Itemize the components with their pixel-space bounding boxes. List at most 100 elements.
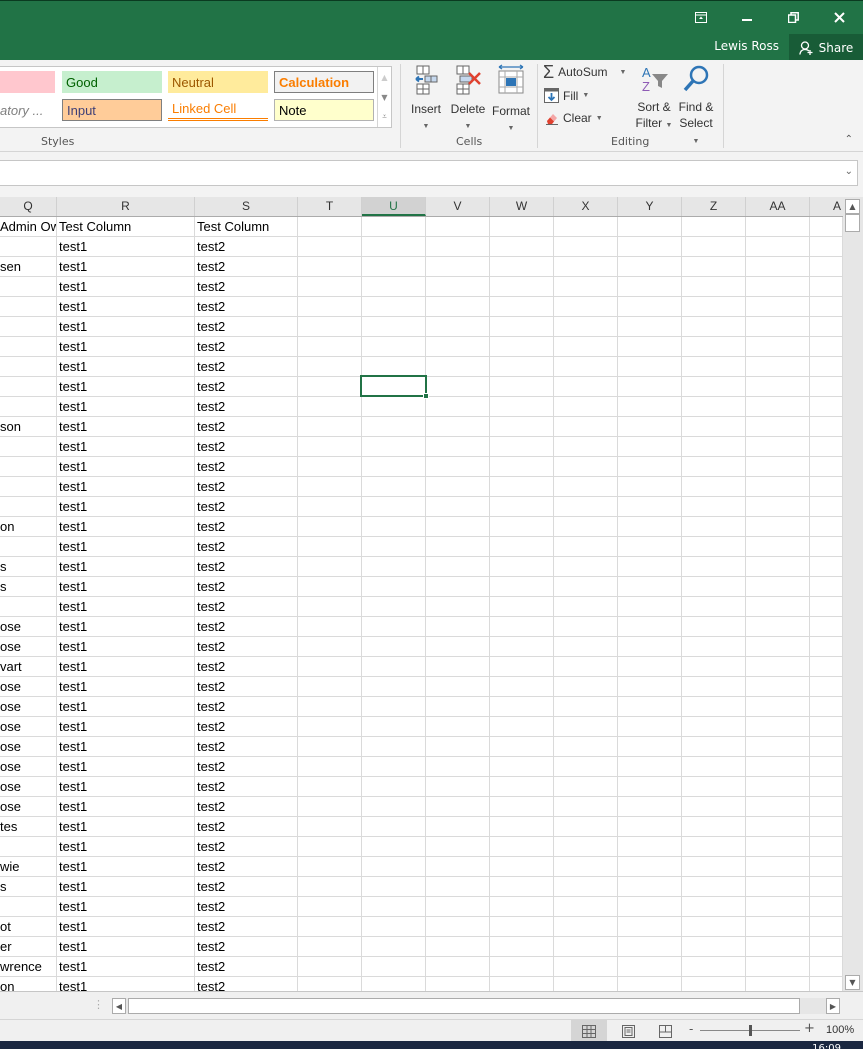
cell-z[interactable]: [682, 797, 746, 817]
cell-x[interactable]: [554, 517, 618, 537]
style-linked-cell[interactable]: Linked Cell: [168, 99, 268, 121]
cell-s[interactable]: test2: [195, 657, 298, 677]
cell-q[interactable]: s: [0, 877, 57, 897]
cell-v[interactable]: [426, 717, 490, 737]
cell-v[interactable]: [426, 557, 490, 577]
cell-a[interactable]: [810, 237, 843, 257]
cell-t[interactable]: [298, 917, 362, 937]
cell-u[interactable]: [362, 857, 426, 877]
cell-s[interactable]: test2: [195, 397, 298, 417]
cell-a[interactable]: [810, 397, 843, 417]
cell-r[interactable]: test1: [57, 717, 195, 737]
cell-r[interactable]: test1: [57, 477, 195, 497]
cell-t[interactable]: [298, 577, 362, 597]
cell-t[interactable]: [298, 537, 362, 557]
cell-t[interactable]: [298, 717, 362, 737]
cell-u[interactable]: [362, 837, 426, 857]
cell-q[interactable]: [0, 497, 57, 517]
cell-t[interactable]: [298, 337, 362, 357]
cell-y[interactable]: [618, 237, 682, 257]
cell-s[interactable]: test2: [195, 937, 298, 957]
cell-x[interactable]: [554, 777, 618, 797]
cell-v[interactable]: [426, 617, 490, 637]
cell-z[interactable]: [682, 817, 746, 837]
cell-r[interactable]: test1: [57, 437, 195, 457]
cell-aa[interactable]: [746, 897, 810, 917]
cell-w[interactable]: [490, 817, 554, 837]
cell-y[interactable]: [618, 877, 682, 897]
cell-r[interactable]: test1: [57, 597, 195, 617]
cell-u[interactable]: [362, 757, 426, 777]
cell-u[interactable]: [362, 417, 426, 437]
cell-a[interactable]: [810, 377, 843, 397]
cell-x[interactable]: [554, 257, 618, 277]
cell-v[interactable]: [426, 257, 490, 277]
cell-u[interactable]: [362, 717, 426, 737]
cell-z[interactable]: [682, 757, 746, 777]
cell-t[interactable]: [298, 957, 362, 977]
cell-r[interactable]: test1: [57, 977, 195, 991]
cell-a[interactable]: [810, 977, 843, 991]
cell-q[interactable]: sen: [0, 257, 57, 277]
cell-aa[interactable]: [746, 797, 810, 817]
cell-q[interactable]: vart: [0, 657, 57, 677]
cell-a[interactable]: [810, 657, 843, 677]
cell-x[interactable]: [554, 277, 618, 297]
cell-t[interactable]: [298, 797, 362, 817]
cell-t[interactable]: [298, 857, 362, 877]
cell-x[interactable]: [554, 797, 618, 817]
cell-t[interactable]: [298, 597, 362, 617]
style-bad[interactable]: [0, 71, 55, 93]
cell-z[interactable]: [682, 477, 746, 497]
cell-q[interactable]: [0, 457, 57, 477]
cell-aa[interactable]: [746, 557, 810, 577]
cell-aa[interactable]: [746, 257, 810, 277]
cell-w[interactable]: [490, 457, 554, 477]
cell-r[interactable]: test1: [57, 537, 195, 557]
cell-y[interactable]: [618, 757, 682, 777]
cell-w[interactable]: [490, 417, 554, 437]
expand-formula-bar-button[interactable]: ⌄: [845, 166, 853, 177]
cell-r[interactable]: test1: [57, 857, 195, 877]
cell-v[interactable]: [426, 477, 490, 497]
cell-z[interactable]: [682, 557, 746, 577]
cell-q[interactable]: on: [0, 517, 57, 537]
cell-a[interactable]: [810, 597, 843, 617]
cell-q[interactable]: s: [0, 577, 57, 597]
cell-u[interactable]: [362, 777, 426, 797]
zoom-thumb[interactable]: [749, 1025, 752, 1036]
cell-aa[interactable]: [746, 297, 810, 317]
cell-r[interactable]: test1: [57, 777, 195, 797]
cell-z[interactable]: [682, 457, 746, 477]
cell-y[interactable]: [618, 537, 682, 557]
cell-r[interactable]: test1: [57, 497, 195, 517]
cell-r[interactable]: test1: [57, 517, 195, 537]
cell-aa[interactable]: [746, 237, 810, 257]
cell-y[interactable]: [618, 457, 682, 477]
cell-s[interactable]: test2: [195, 797, 298, 817]
cell-w[interactable]: [490, 217, 554, 237]
cell-q[interactable]: [0, 317, 57, 337]
cell-w[interactable]: [490, 397, 554, 417]
cell-t[interactable]: [298, 897, 362, 917]
cell-t[interactable]: [298, 777, 362, 797]
cell-s[interactable]: test2: [195, 557, 298, 577]
cell-u[interactable]: [362, 657, 426, 677]
cell-r[interactable]: test1: [57, 337, 195, 357]
cell-r[interactable]: test1: [57, 837, 195, 857]
cell-w[interactable]: [490, 857, 554, 877]
cell-u[interactable]: [362, 357, 426, 377]
cell-q[interactable]: er: [0, 937, 57, 957]
scroll-right-button[interactable]: ▶: [826, 998, 840, 1014]
cell-z[interactable]: [682, 777, 746, 797]
cell-u[interactable]: [362, 577, 426, 597]
cell-r[interactable]: test1: [57, 957, 195, 977]
cell-a[interactable]: [810, 777, 843, 797]
column-header-aa[interactable]: AA: [746, 197, 810, 216]
cell-x[interactable]: [554, 217, 618, 237]
cell-w[interactable]: [490, 297, 554, 317]
cell-z[interactable]: [682, 317, 746, 337]
cell-r[interactable]: test1: [57, 257, 195, 277]
column-header-t[interactable]: T: [298, 197, 362, 216]
clear-button[interactable]: Clear ▼: [545, 111, 603, 125]
